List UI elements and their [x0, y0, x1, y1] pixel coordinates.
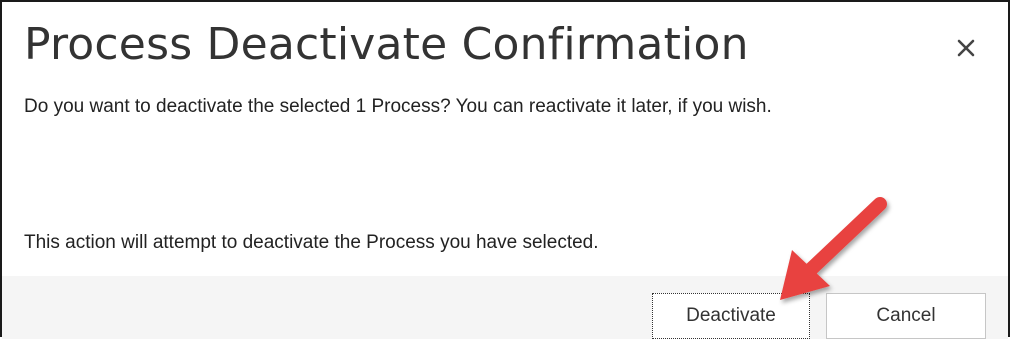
close-button[interactable] — [948, 30, 984, 66]
close-icon — [948, 30, 984, 66]
action-detail-text: This action will attempt to deactivate t… — [24, 232, 599, 253]
dialog-title: Process Deactivate Confirmation — [24, 19, 749, 70]
confirmation-message: Do you want to deactivate the selected 1… — [24, 96, 772, 117]
cancel-button[interactable]: Cancel — [826, 293, 986, 339]
deactivate-button[interactable]: Deactivate — [652, 293, 810, 339]
deactivate-confirmation-dialog: Process Deactivate Confirmation Do you w… — [0, 0, 1010, 339]
